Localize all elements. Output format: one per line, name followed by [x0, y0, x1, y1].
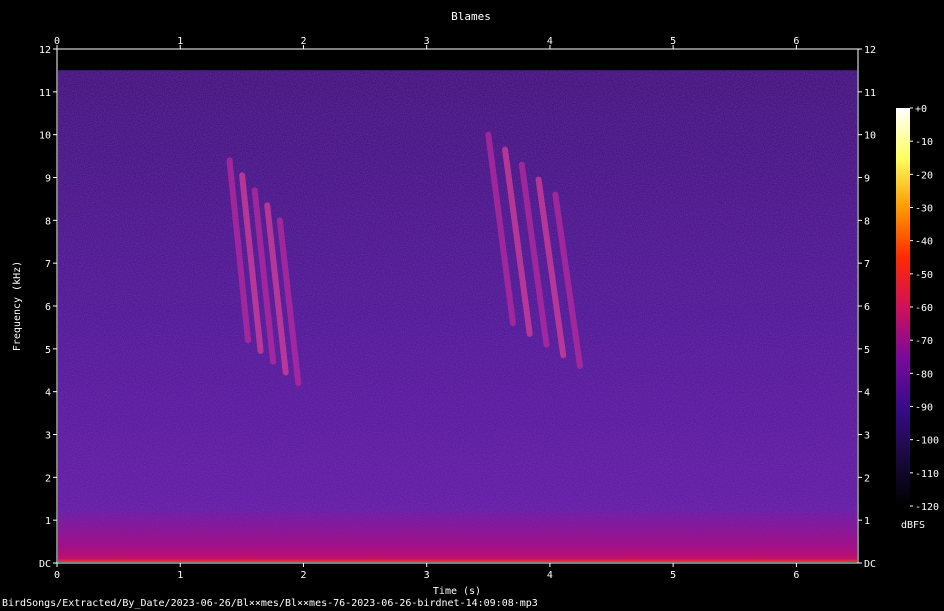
noise-texture [58, 70, 857, 563]
x-tick-label-top: 4 [547, 36, 553, 47]
file-path-footer: BirdSongs/Extracted/By_Date/2023-06-26/B… [2, 598, 538, 609]
colorbar-tick-label: -10 [915, 137, 933, 148]
x-tick-label-bottom: 3 [424, 570, 430, 581]
x-axis-label: Time (s) [433, 586, 481, 596]
colorbar-tick-label: -50 [915, 270, 933, 281]
y-tick-label-right: 8 [864, 216, 870, 227]
y-tick-label-left: 5 [45, 345, 51, 356]
spectrogram-chart: Blames 00112233445566DC DC1 12 23 34 45 56 67 78… [12, 10, 939, 596]
colorbar-tick-label: -30 [915, 204, 933, 215]
y-tick-label-left: 11 [39, 88, 51, 99]
x-tick-label-bottom: 0 [54, 570, 60, 581]
x-tick-label-bottom: 1 [177, 570, 183, 581]
y-tick-label-right: 3 [864, 431, 870, 442]
y-tick-label-left: 7 [45, 259, 51, 270]
y-tick-label-right: 2 [864, 473, 870, 484]
colorbar-gradient [896, 108, 910, 506]
y-tick-label-left: 4 [45, 388, 51, 399]
x-tick-label-top: 3 [424, 36, 430, 47]
y-tick-label-left: 6 [45, 302, 51, 313]
colorbar-tick-label: -70 [915, 336, 933, 347]
y-tick-label-left: 9 [45, 174, 51, 185]
y-tick-label-right: 1 [864, 516, 870, 527]
x-tick-label-bottom: 2 [300, 570, 306, 581]
colorbar-tick-label: -120 [915, 502, 939, 513]
x-tick-label-top: 0 [54, 36, 60, 47]
y-tick-label-left: 8 [45, 216, 51, 227]
colorbar-tick-label: +0 [915, 104, 927, 115]
colorbar-tick-label: -90 [915, 403, 933, 414]
y-tick-label-right: 6 [864, 302, 870, 313]
y-tick-label-right: 7 [864, 259, 870, 270]
y-tick-label-left: 3 [45, 431, 51, 442]
colorbar-tick-label: -100 [915, 436, 939, 447]
x-tick-label-top: 1 [177, 36, 183, 47]
x-tick-label-top: 5 [670, 36, 676, 47]
low-frequency-band [58, 507, 857, 562]
y-tick-label-right: 5 [864, 345, 870, 356]
y-tick-label-left: 10 [39, 131, 51, 142]
y-tick-label-right: DC [864, 559, 876, 570]
colorbar-tick-label: -60 [915, 303, 933, 314]
y-tick-label-right: 9 [864, 174, 870, 185]
spectrogram-image [58, 70, 857, 563]
y-axis-label: Frequency (kHz) [12, 261, 23, 351]
x-tick-label-top: 2 [300, 36, 306, 47]
y-tick-label-right: 4 [864, 388, 870, 399]
y-tick-label-left: 12 [39, 45, 51, 56]
x-tick-label-bottom: 6 [793, 570, 799, 581]
colorbar-tick-label: -20 [915, 170, 933, 181]
x-tick-label-bottom: 5 [670, 570, 676, 581]
y-tick-label-left: 2 [45, 473, 51, 484]
colorbar-tick-label: -40 [915, 237, 933, 248]
y-tick-label-left: 1 [45, 516, 51, 527]
y-tick-label-right: 12 [864, 45, 876, 56]
y-tick-label-right: 10 [864, 131, 876, 142]
colorbar: +0 -10 -20 -30 -40 -50 -60 -70 -80 -90 -100 -110 -12… [896, 104, 939, 513]
chart-title: Blames [451, 10, 491, 23]
colorbar-label: dBFS [901, 520, 925, 531]
x-tick-label-top: 6 [793, 36, 799, 47]
colorbar-tick-label: -110 [915, 469, 939, 480]
colorbar-tick-label: -80 [915, 369, 933, 380]
y-tick-label-right: 11 [864, 88, 876, 99]
y-tick-label-left: DC [39, 559, 51, 570]
x-tick-label-bottom: 4 [547, 570, 553, 581]
